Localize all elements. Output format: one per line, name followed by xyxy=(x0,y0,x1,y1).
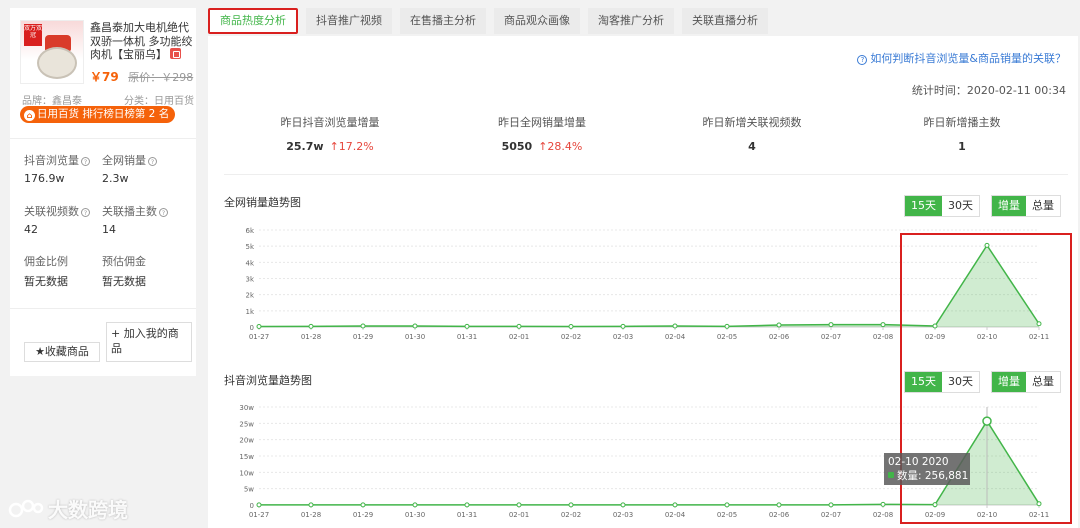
views-data-point xyxy=(360,502,366,508)
views-y-tick: 15w xyxy=(239,453,254,461)
views-x-tick: 02-08 xyxy=(873,511,893,519)
views-x-tick: 02-04 xyxy=(665,511,686,519)
sales-x-tick: 01-27 xyxy=(249,333,269,341)
watermark: 大数跨境 xyxy=(8,494,128,523)
sales-data-point xyxy=(516,323,522,329)
sales-data-point xyxy=(724,323,730,329)
views-y-tick: 0 xyxy=(250,502,254,510)
views-data-point xyxy=(568,502,574,508)
views-x-tick: 01-29 xyxy=(353,511,373,519)
sales-y-tick: 1k xyxy=(245,308,254,316)
views-data-point xyxy=(724,502,730,508)
sales-data-point xyxy=(620,323,626,329)
sales-data-point xyxy=(568,324,574,330)
sales-x-tick: 01-29 xyxy=(353,333,373,341)
sales-x-tick: 02-02 xyxy=(561,333,581,341)
sales-x-tick: 02-07 xyxy=(821,333,841,341)
sales-y-tick: 0 xyxy=(250,324,254,332)
views-x-tick: 02-07 xyxy=(821,511,841,519)
sales-y-tick: 6k xyxy=(245,227,254,235)
sales-x-tick: 02-08 xyxy=(873,333,893,341)
sales-y-tick: 4k xyxy=(245,259,254,267)
views-y-tick: 25w xyxy=(239,420,254,428)
views-x-tick: 02-05 xyxy=(717,511,737,519)
sales-data-point xyxy=(360,323,366,329)
sales-y-tick: 3k xyxy=(245,276,254,284)
chart-tooltip: 02-10 2020 数量: 256,881 xyxy=(884,453,970,485)
views-data-point xyxy=(412,502,418,508)
views-data-point xyxy=(308,502,314,508)
views-x-tick: 02-03 xyxy=(613,511,633,519)
views-data-point xyxy=(880,501,886,507)
sales-data-point xyxy=(672,323,678,329)
sales-data-point xyxy=(256,324,262,330)
sales-x-tick: 02-01 xyxy=(509,333,529,341)
sales-x-tick: 01-30 xyxy=(405,333,425,341)
sales-data-point xyxy=(776,322,782,328)
sales-data-point xyxy=(412,323,418,329)
sales-x-tick: 02-03 xyxy=(613,333,633,341)
views-x-tick: 02-01 xyxy=(509,511,529,519)
views-x-tick: 01-30 xyxy=(405,511,425,519)
views-data-point xyxy=(464,502,470,508)
views-data-point xyxy=(620,502,626,508)
sales-data-point xyxy=(828,322,834,328)
views-y-tick: 20w xyxy=(239,437,254,445)
views-data-point xyxy=(672,502,678,508)
views-x-tick: 01-31 xyxy=(457,511,477,519)
views-y-tick: 30w xyxy=(239,404,254,412)
sales-data-point xyxy=(464,323,470,329)
views-x-tick: 02-06 xyxy=(769,511,790,519)
views-data-point xyxy=(776,502,782,508)
views-data-point xyxy=(828,502,834,508)
sales-x-tick: 02-06 xyxy=(769,333,790,341)
sales-data-point xyxy=(880,322,886,328)
views-data-point xyxy=(516,502,522,508)
views-y-tick: 10w xyxy=(239,469,254,477)
sales-x-tick: 02-04 xyxy=(665,333,686,341)
sales-x-tick: 01-31 xyxy=(457,333,477,341)
views-x-tick: 02-02 xyxy=(561,511,581,519)
sales-y-tick: 5k xyxy=(245,243,254,251)
views-data-point xyxy=(256,502,262,508)
watermark-logo-icon xyxy=(8,499,44,518)
views-x-tick: 01-28 xyxy=(301,511,321,519)
views-y-tick: 5w xyxy=(244,486,254,494)
views-x-tick: 01-27 xyxy=(249,511,269,519)
sales-y-tick: 2k xyxy=(245,292,254,300)
sales-data-point xyxy=(308,323,314,329)
sales-x-tick: 01-28 xyxy=(301,333,321,341)
sales-x-tick: 02-05 xyxy=(717,333,737,341)
